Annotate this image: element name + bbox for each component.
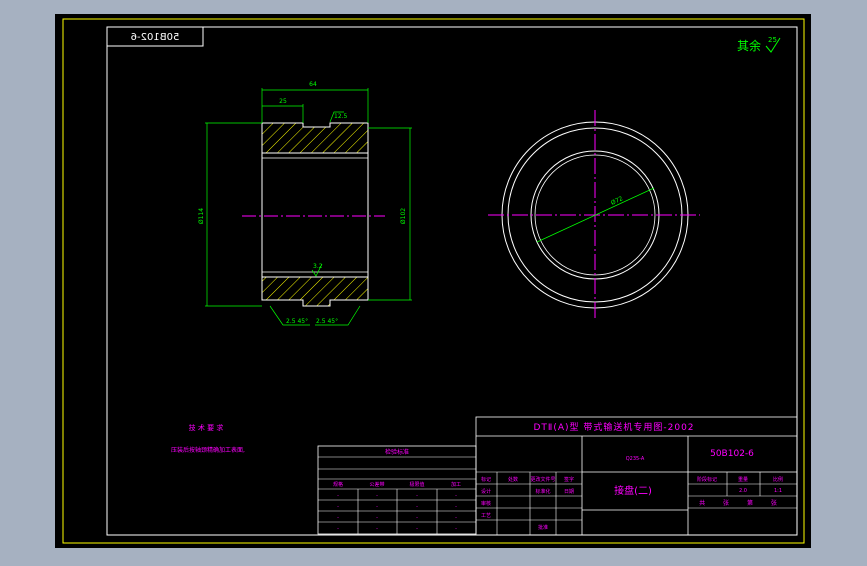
label-review: 审核 (481, 500, 491, 507)
dim-chamfer-roughness: 12.5 (334, 113, 348, 120)
dim-right-diameter: Ø102 (400, 208, 407, 224)
label-weight: 重量 (738, 476, 748, 483)
spec-cell: 极限值 (409, 481, 424, 488)
spec-cell: 规格 (333, 481, 343, 488)
label-sign: 签字 (564, 476, 574, 483)
label-mark: 标记 (481, 476, 491, 483)
label-stage: 阶段标记 (697, 476, 717, 483)
spec-cell: - (337, 526, 339, 532)
dim-inner-roughness: 3.2 (313, 263, 323, 270)
part-name: 接盘(二) (614, 484, 652, 497)
spec-cell: - (376, 526, 378, 532)
spec-cell: - (337, 504, 339, 510)
spec-cell: - (376, 515, 378, 521)
scale-value: 1:1 (774, 488, 782, 494)
spec-cell: 加工 (451, 481, 461, 488)
dim-step-width: 25 (279, 98, 287, 105)
project-title: DTⅡ(A)型 带式输送机专用图-2002 (533, 421, 694, 433)
spec-cell: - (337, 493, 339, 499)
spec-cell: 公差带 (369, 481, 384, 488)
spec-cell: - (455, 493, 457, 499)
spec-cell: - (416, 493, 418, 499)
spec-cell: - (416, 515, 418, 521)
label-scale: 比例 (773, 476, 783, 483)
cad-drawing: 50B102-6 其余 25 64 25 12.5 Ø114 Ø102 3.2 … (55, 14, 811, 548)
label-date: 日期 (564, 489, 574, 495)
label-process: 工艺 (481, 513, 491, 519)
sheet-count: 共 张 第 张 (699, 499, 785, 507)
drawing-viewport: 50B102-6 其余 25 64 25 12.5 Ø114 Ø102 3.2 … (0, 0, 867, 562)
material: Q235-A (626, 456, 645, 462)
dim-left-diameter: Ø114 (198, 208, 205, 224)
spec-cell: - (337, 515, 339, 521)
spec-cell: - (455, 515, 457, 521)
label-count: 处数 (508, 476, 518, 483)
label-standard: 标准化 (535, 488, 550, 495)
surface-finish-note: 其余 (737, 38, 761, 53)
sheet-background (55, 14, 811, 548)
dim-chamfer-right: 2.5 45° (316, 318, 338, 325)
spec-cell: - (455, 526, 457, 532)
label-approve: 批准 (538, 524, 548, 531)
dim-overall-width: 64 (309, 81, 317, 88)
spec-cell: - (416, 526, 418, 532)
tech-req-line1: 压装后按轴颈精确加工表面, (171, 446, 245, 454)
spec-cell: - (416, 504, 418, 510)
label-change-doc: 更改文件号 (530, 476, 555, 483)
top-wall-hatch (261, 122, 369, 154)
tech-req-title: 技 术 要 求 (189, 423, 224, 432)
number-stamp-text: 50B102-6 (131, 32, 180, 43)
spec-table-title: 检验标准 (385, 448, 409, 456)
label-design: 设计 (481, 488, 491, 495)
surface-finish-value: 25 (768, 36, 777, 44)
weight-value: 2.0 (739, 488, 747, 494)
spec-cell: - (376, 493, 378, 499)
dim-chamfer-left: 2.5 45° (286, 318, 308, 325)
drawing-number: 50B102-6 (710, 449, 754, 459)
spec-cell: - (376, 504, 378, 510)
spec-cell: - (455, 504, 457, 510)
